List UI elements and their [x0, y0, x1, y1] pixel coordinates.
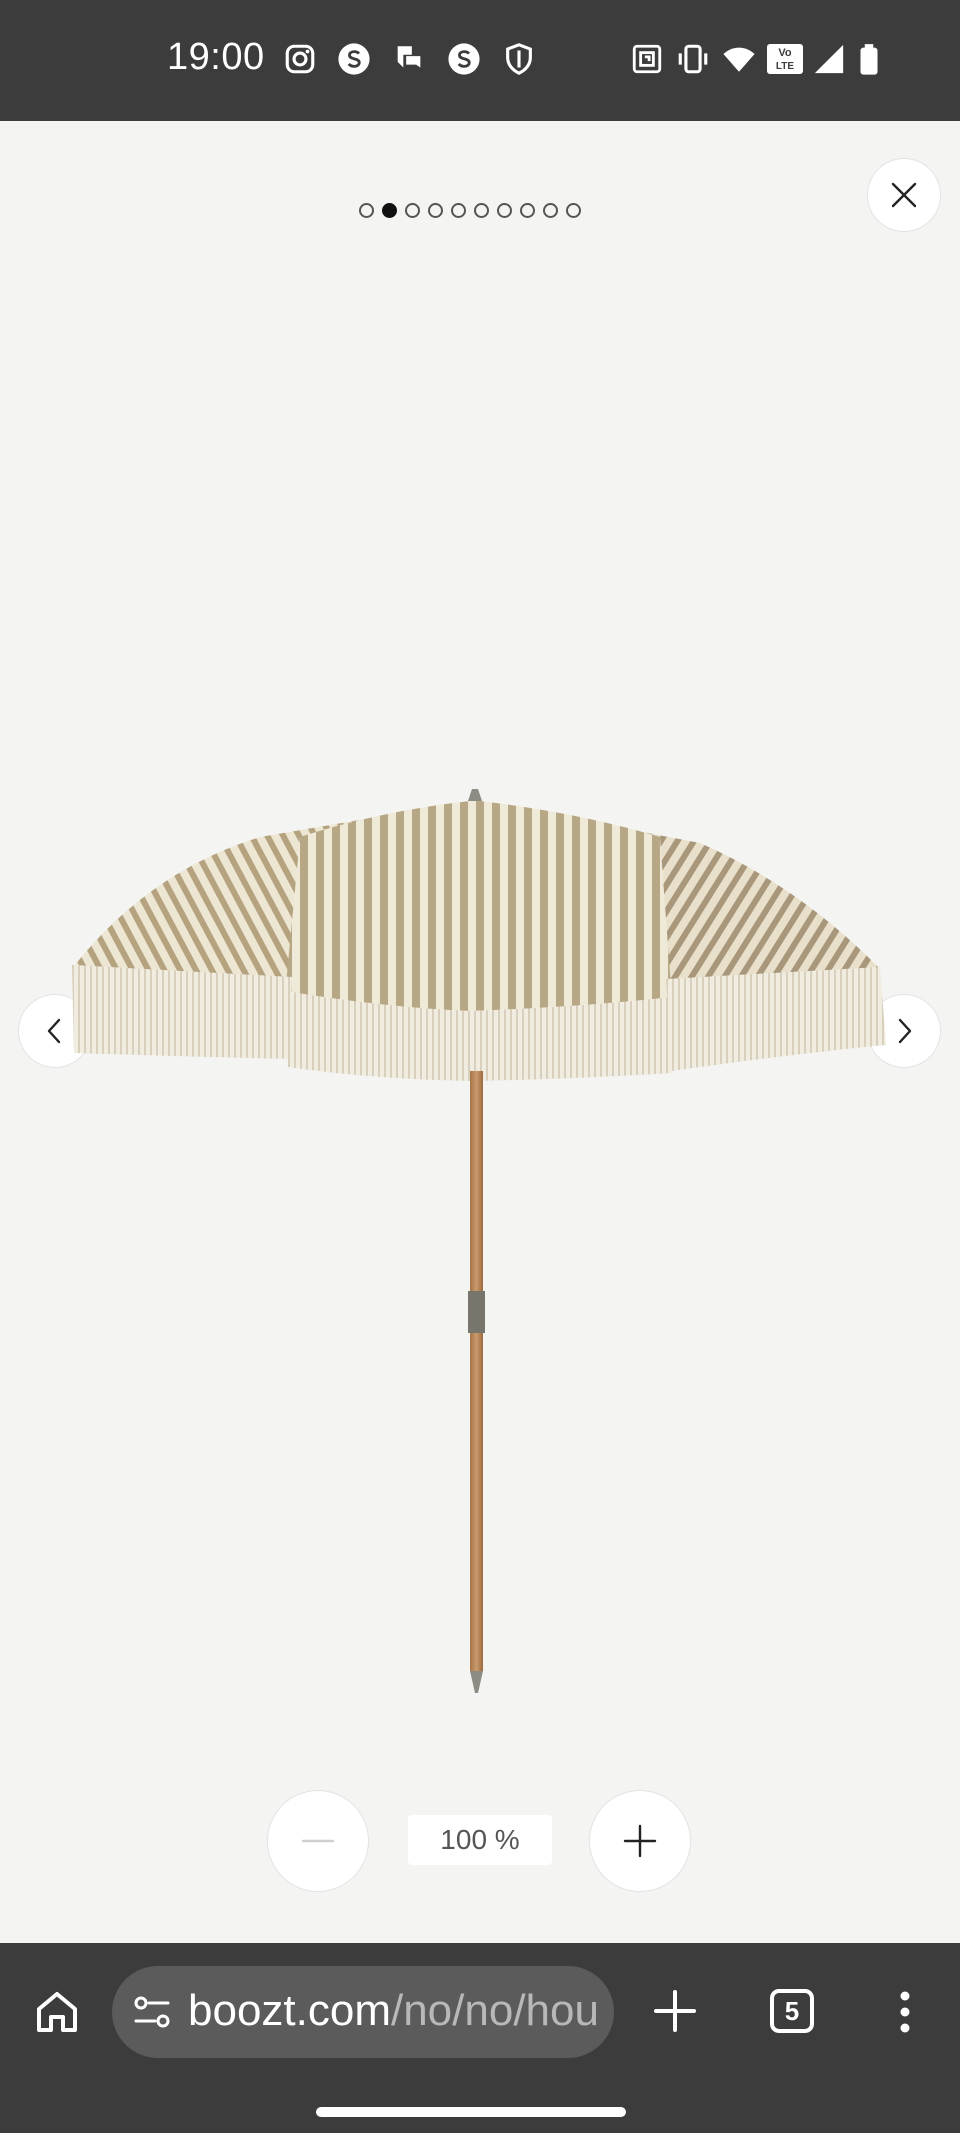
pagination-dot[interactable]	[428, 203, 443, 218]
url-text: boozt.com/no/no/hou	[188, 1986, 599, 2036]
pagination-dot[interactable]	[566, 203, 581, 218]
tab-count: 5	[784, 1995, 800, 2026]
zoom-out-button[interactable]	[268, 1791, 368, 1891]
address-bar[interactable]: boozt.com/no/no/hou	[112, 1966, 614, 2058]
volte-icon: Vo LTE	[766, 42, 806, 76]
product-image[interactable]	[60, 661, 900, 1741]
pagination-dot[interactable]	[451, 203, 466, 218]
instagram-icon	[283, 42, 317, 76]
zoom-in-button[interactable]	[590, 1791, 690, 1891]
home-icon	[37, 1992, 77, 2032]
status-time: 19:00	[167, 36, 265, 78]
wifi-icon	[722, 42, 756, 76]
pagination-dot[interactable]	[543, 203, 558, 218]
vibrate-icon	[676, 42, 710, 76]
s-app-icon	[447, 42, 481, 76]
site-settings-icon[interactable]	[132, 1992, 172, 2032]
home-button[interactable]	[32, 1987, 82, 2037]
s-app-icon	[337, 42, 371, 76]
svg-text:Vo: Vo	[778, 47, 792, 59]
chat-icon	[392, 42, 426, 76]
browser-toolbar: boozt.com/no/no/hou 5	[0, 1943, 960, 2133]
pagination-dot[interactable]	[474, 203, 489, 218]
status-bar: 19:00 Vo LTE	[0, 0, 960, 121]
svg-text:LTE: LTE	[776, 61, 794, 72]
zoom-level: 100 %	[408, 1815, 552, 1865]
pagination-dot[interactable]	[359, 203, 374, 218]
battery-icon	[852, 42, 886, 76]
url-domain: boozt.com	[188, 1986, 391, 2035]
close-button[interactable]	[868, 159, 940, 231]
pagination-dot[interactable]	[497, 203, 512, 218]
image-viewer: 100 %	[0, 121, 960, 1943]
menu-button[interactable]	[880, 1987, 930, 2037]
shield-icon	[502, 42, 536, 76]
plus-icon	[623, 1824, 657, 1858]
image-pagination	[0, 203, 960, 218]
pagination-dot[interactable]	[520, 203, 535, 218]
gesture-navigation-bar[interactable]	[316, 2107, 626, 2117]
pagination-dot[interactable]	[382, 203, 397, 218]
plus-icon	[654, 1990, 696, 2032]
url-path: /no/no/hou	[390, 1986, 599, 2035]
tab-switcher-button[interactable]: 5	[770, 1989, 814, 2033]
new-tab-button[interactable]	[650, 1986, 700, 2036]
signal-icon	[812, 42, 846, 76]
pagination-dot[interactable]	[405, 203, 420, 218]
nfc-icon	[630, 42, 664, 76]
close-icon	[891, 182, 917, 208]
minus-icon	[301, 1839, 335, 1843]
more-vert-icon	[900, 1991, 910, 2033]
